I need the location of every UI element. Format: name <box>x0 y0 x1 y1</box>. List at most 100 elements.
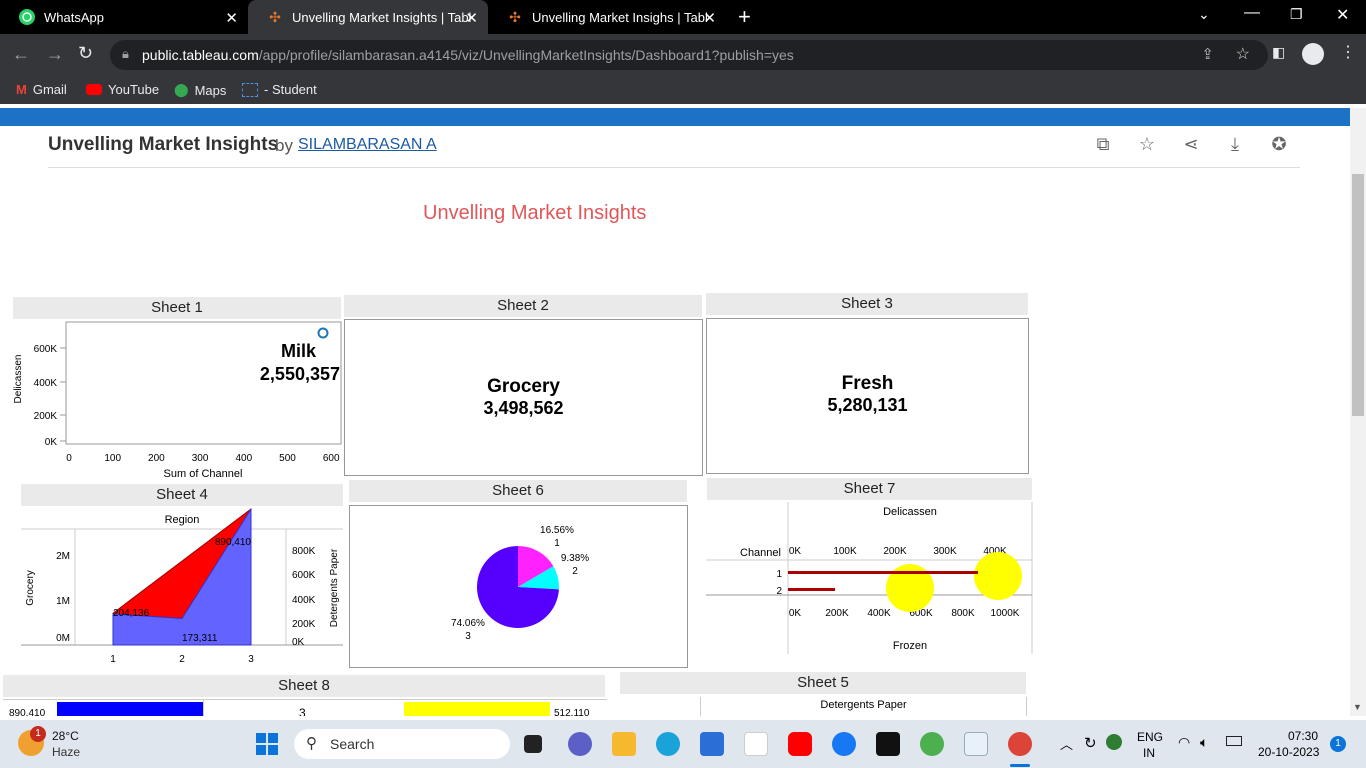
minimize-icon[interactable]: — <box>1244 4 1260 22</box>
bookmark-gmail[interactable]: M Gmail <box>16 82 67 97</box>
sheet3-header: Sheet 3 <box>706 293 1028 315</box>
sheet7-chart[interactable]: Delicassen Channel 0K 100K 200K 300K 400K 0K 2… <box>706 502 1036 654</box>
copy-icon[interactable]: ⧉ <box>1092 134 1114 156</box>
sheet1-chart[interactable]: Delicassen 600K 400K 200K 0K 0 100 200 300 400 5… <box>13 319 343 483</box>
lock-icon: 🔒︎ <box>122 46 129 61</box>
sheet5-header: Sheet 5 <box>620 672 1026 694</box>
sheet7-bottom-tick: 200K <box>825 608 849 619</box>
sheet4-ytick-right: 200K <box>292 619 316 630</box>
tab-search-chevron-icon[interactable]: ⌄ <box>1198 6 1210 23</box>
bookmark-maps[interactable]: ⬤ Maps <box>174 82 226 98</box>
tab-tableau-2[interactable]: ✣ Unvelling Market Insighs | Table ✕ <box>488 0 726 34</box>
sheet8-bar-left[interactable] <box>57 702 203 716</box>
sheet5-chart[interactable]: Detergents Paper <box>700 697 1027 716</box>
sync-icon[interactable]: ↻ <box>1084 734 1097 752</box>
snip-icon[interactable] <box>964 732 988 756</box>
bookmark-youtube[interactable]: YouTube <box>86 82 159 97</box>
profile-avatar-icon[interactable] <box>1302 43 1324 65</box>
tableau-icon: ✣ <box>269 8 281 25</box>
clock-time[interactable]: 07:30 <box>1288 729 1318 743</box>
url-host: public.tableau.com <box>142 47 259 63</box>
forward-icon[interactable]: → <box>46 44 64 65</box>
tab-tableau-1[interactable]: ✣ Unvelling Market Insights | Table ✕ <box>248 0 488 34</box>
chat-icon[interactable] <box>568 732 592 756</box>
sheet7-bar[interactable] <box>788 588 835 591</box>
github-icon[interactable] <box>876 732 900 756</box>
task-view-icon[interactable] <box>524 735 542 753</box>
sheet4-ytick-left: 2M <box>56 551 70 562</box>
browser-menu-icon[interactable]: ⋮ <box>1340 42 1356 62</box>
sheet2-header: Sheet 2 <box>344 295 702 317</box>
clock-date[interactable]: 20-10-2023 <box>1258 745 1319 759</box>
sheet7-bottom-tick: 0K <box>789 608 802 619</box>
sheet2-kpi-label: Grocery <box>487 376 560 397</box>
sheet8-bar-right[interactable] <box>404 702 550 716</box>
lang-secondary[interactable]: IN <box>1143 746 1155 760</box>
side-panel-icon[interactable]: ◧ <box>1272 44 1285 61</box>
sheet1-xtick: 0 <box>66 453 72 464</box>
sheet1-header: Sheet 1 <box>13 297 341 319</box>
store-icon[interactable] <box>700 732 724 756</box>
taskbar-search[interactable]: ⚲ Search <box>294 729 510 759</box>
scrollbar-thumb[interactable] <box>1352 174 1364 416</box>
youtube-app-icon[interactable] <box>788 732 812 756</box>
tray-app-icon[interactable] <box>1106 734 1122 750</box>
sheet5-top-label: Detergents Paper <box>820 699 907 711</box>
close-tab-icon[interactable]: ✕ <box>225 9 238 27</box>
share-page-icon[interactable]: ⇪ <box>1201 45 1214 63</box>
app-m-icon[interactable] <box>744 732 768 756</box>
sheet4-chart[interactable]: Region Grocery Detergents Paper 2M 1M 0M 80… <box>13 508 345 668</box>
gmail-icon: M <box>16 82 27 97</box>
dashboard-title: Unvelling Market Insights <box>423 202 647 224</box>
sheet4-ytick-right: 0K <box>292 637 305 648</box>
reload-icon[interactable]: ↻ <box>78 43 93 64</box>
new-tab-icon[interactable]: + <box>738 4 751 30</box>
chrome-profile-icon[interactable] <box>920 732 944 756</box>
sheet6-slice-cat: 3 <box>465 631 471 642</box>
share-icon[interactable]: ⋖ <box>1180 134 1202 156</box>
scroll-down-arrow-icon[interactable]: ▼ <box>1353 702 1362 712</box>
url-field[interactable]: 🔒︎ public.tableau.com/app/profile/silamb… <box>110 40 1268 70</box>
sheet7-circle[interactable] <box>974 552 1022 600</box>
favorite-star-icon[interactable]: ☆ <box>1136 134 1158 156</box>
sheet1-ytick: 0K <box>45 437 58 448</box>
sheet4-data-label: 890,410 <box>215 537 252 548</box>
weather-badge: 1 <box>30 726 46 742</box>
battery-icon[interactable] <box>1226 736 1242 746</box>
sheet2-card[interactable]: Grocery 3,498,562 <box>344 319 703 476</box>
facebook-icon[interactable] <box>832 732 856 756</box>
notification-badge[interactable]: 1 <box>1330 736 1346 752</box>
bookmark-star-icon[interactable]: ☆ <box>1236 44 1250 64</box>
volume-icon[interactable]: 🔈︎ <box>1200 734 1208 751</box>
sheet3-card[interactable]: Fresh 5,280,131 <box>706 318 1029 474</box>
classroom-icon <box>242 82 258 97</box>
edge-icon[interactable] <box>656 732 680 756</box>
tab-whatsapp[interactable]: WhatsApp ✕ <box>0 0 248 34</box>
back-icon[interactable]: ← <box>12 44 30 65</box>
sheet7-row-header: Channel <box>740 547 781 559</box>
bookmarks-bar: M Gmail YouTube ⬤ Maps - Student <box>0 76 1366 104</box>
file-explorer-icon[interactable] <box>612 732 636 756</box>
start-icon[interactable] <box>256 733 278 760</box>
weather-temp[interactable]: 28°C <box>52 729 79 743</box>
wifi-icon[interactable]: ◠ <box>1178 734 1190 751</box>
tray-chevron-icon[interactable]: ︿ <box>1060 734 1073 753</box>
download-icon[interactable]: ⤓ <box>1224 134 1246 156</box>
lang-primary[interactable]: ENG <box>1137 730 1163 744</box>
window-close-icon[interactable]: ✕ <box>1336 5 1349 25</box>
close-tab-icon[interactable]: ✕ <box>465 9 478 27</box>
bookmark-student[interactable]: - Student <box>242 82 317 97</box>
badge-icon[interactable]: ✪ <box>1268 134 1290 156</box>
close-tab-icon[interactable]: ✕ <box>703 9 716 27</box>
author-link[interactable]: SILAMBARASAN A <box>298 136 437 154</box>
restore-icon[interactable]: ❐ <box>1290 6 1303 23</box>
sheet6-slice-pct: 74.06% <box>451 618 485 629</box>
page-scrollbar[interactable]: ▼ <box>1350 108 1366 716</box>
sheet8-chart[interactable]: 890,410 3 512,110 <box>3 699 607 716</box>
sheet6-header: Sheet 6 <box>349 480 687 502</box>
sheet6-chart[interactable]: 16.56% 19.38% 2 74.06% 3 <box>349 505 688 668</box>
tableau-top-bar <box>0 108 1350 126</box>
sheet7-bar[interactable] <box>788 571 978 574</box>
sheet6-slice-cat: 1 <box>554 538 560 549</box>
chrome-icon[interactable] <box>1008 732 1032 756</box>
